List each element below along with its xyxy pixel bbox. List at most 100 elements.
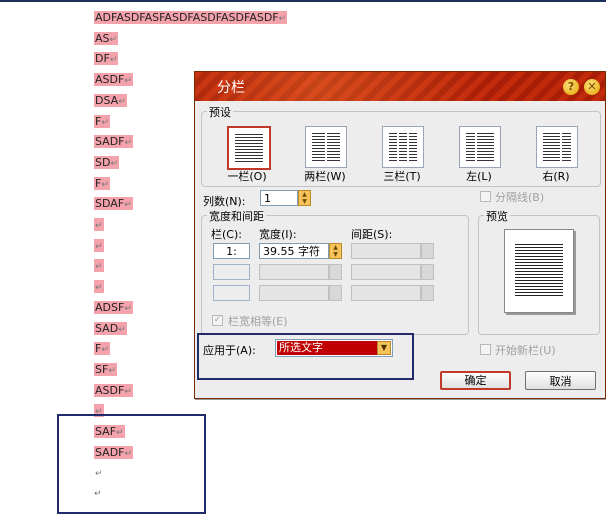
spacing-input[interactable] (351, 264, 421, 280)
paragraph-mark-icon: ↵ (278, 14, 287, 24)
width-input[interactable] (259, 285, 329, 301)
new-column-checkbox[interactable] (480, 344, 491, 355)
apply-to-label: 应用于(A): (203, 344, 256, 357)
paragraph-mark-icon: ↵ (124, 138, 133, 148)
highlighted-text: DF↵ (94, 52, 119, 65)
document-line[interactable]: DSA↵ (94, 91, 127, 110)
highlighted-text: F↵ (94, 177, 110, 190)
preset-right[interactable] (536, 126, 578, 168)
preset-three-columns[interactable] (382, 126, 424, 168)
paragraph-mark-icon: ↵ (124, 76, 132, 86)
equal-width-label: 栏宽相等(E) (228, 315, 288, 328)
dialog-title: 分栏 (217, 80, 245, 96)
spacing-spinner[interactable] (421, 243, 434, 259)
document-line[interactable]: ASDF↵ (94, 70, 133, 89)
col-count-spinner[interactable]: ▲ ▼ (298, 190, 311, 206)
document-line[interactable]: ADFASDFASFASDFASDFASDFASDF↵ (94, 8, 288, 27)
highlighted-text: ↵ (94, 218, 104, 231)
line-text: ASDF (95, 384, 125, 397)
highlighted-text: F↵ (94, 342, 110, 355)
document-top-border (0, 0, 606, 2)
column-number-cell: 1: (213, 243, 250, 259)
document-line[interactable]: AS↵ (94, 29, 119, 48)
separator-label: 分隔线(B) (495, 191, 545, 204)
close-icon[interactable]: ✕ (584, 79, 600, 95)
preset-left-label: 左(L) (466, 170, 492, 183)
col-header: 栏(C): (211, 228, 242, 241)
document-line[interactable]: F↵ (94, 339, 110, 358)
paragraph-mark-icon: ↵ (95, 242, 103, 252)
width-header: 宽度(I): (259, 228, 297, 241)
preview-label: 预览 (484, 208, 510, 224)
line-text: ASDF (95, 73, 125, 86)
preset-one-column-label: 一栏(O) (227, 170, 267, 183)
col-count-input[interactable]: 1 (260, 190, 298, 206)
document-line[interactable]: SAD↵ (94, 319, 127, 338)
preset-left[interactable] (459, 126, 501, 168)
highlighted-text: AS↵ (94, 32, 119, 45)
paragraph-mark-icon: ↵ (124, 200, 132, 210)
col-count-label: 列数(N): (203, 195, 246, 208)
width-spinner[interactable] (329, 264, 342, 280)
equal-width-checkbox[interactable]: ✓ (212, 315, 223, 326)
annotation-box-document (57, 414, 206, 514)
document-line[interactable]: F↵ (94, 174, 110, 193)
help-icon[interactable]: ? (563, 79, 579, 95)
highlighted-text: ADFASDFASFASDFASDFASDFASDF↵ (94, 11, 288, 24)
document-line[interactable]: DF↵ (94, 49, 119, 68)
document-line[interactable]: SF↵ (94, 360, 117, 379)
apply-to-select[interactable]: 所选文字 ▼ (275, 339, 393, 357)
document-line[interactable]: SDAF↵ (94, 194, 133, 213)
line-text: SAD (95, 322, 119, 335)
line-text: DF (95, 52, 110, 65)
spacing-header: 间距(S): (351, 228, 393, 241)
width-input[interactable] (259, 264, 329, 280)
line-text: DSA (95, 94, 119, 107)
highlighted-text: SAD↵ (94, 322, 127, 335)
highlighted-text: SADF↵ (94, 135, 134, 148)
spacing-spinner[interactable] (421, 285, 434, 301)
document-line[interactable]: ADSF↵ (94, 298, 133, 317)
preset-two-columns[interactable] (305, 126, 347, 168)
cancel-button[interactable]: 取消 (525, 371, 596, 390)
spacing-input[interactable] (351, 243, 421, 259)
dialog-titlebar[interactable]: 分栏 ? ✕ (195, 72, 605, 101)
document-line[interactable]: ASDF↵ (94, 381, 133, 400)
document-line[interactable]: SD↵ (94, 153, 119, 172)
ok-button[interactable]: 确定 (440, 371, 511, 390)
paragraph-mark-icon: ↵ (95, 221, 103, 231)
highlighted-text: ADSF↵ (94, 301, 133, 314)
width-spinner[interactable]: ▲ ▼ (329, 243, 342, 259)
separator-checkbox[interactable] (480, 191, 491, 202)
preset-three-columns-label: 三栏(T) (383, 170, 421, 183)
preset-right-label: 右(R) (542, 170, 570, 183)
paragraph-mark-icon: ↵ (124, 387, 132, 397)
paragraph-mark-icon: ↵ (109, 55, 118, 65)
paragraph-mark-icon: ↵ (101, 345, 109, 355)
highlighted-text: SF↵ (94, 363, 117, 376)
spacing-spinner[interactable] (421, 264, 434, 280)
preset-one-column[interactable] (227, 126, 271, 170)
line-text: SADF (95, 135, 125, 148)
line-text: SF (95, 363, 109, 376)
chevron-down-icon[interactable]: ▼ (377, 341, 391, 355)
line-text: ADFASDFASFASDFASDFASDFASDF (95, 11, 279, 24)
document-line[interactable]: F↵ (94, 112, 110, 131)
highlighted-text: DSA↵ (94, 94, 127, 107)
width-spacing-group-label: 宽度和间距 (207, 208, 266, 224)
width-input[interactable]: 39.55 字符 (259, 243, 329, 259)
spacing-input[interactable] (351, 285, 421, 301)
document-line[interactable]: ↵ (94, 277, 104, 296)
document-line[interactable]: ↵ (94, 215, 104, 234)
paragraph-mark-icon: ↵ (95, 283, 103, 293)
highlighted-text: ↵ (94, 239, 104, 252)
line-text: AS (95, 32, 110, 45)
paragraph-mark-icon: ↵ (110, 159, 118, 169)
paragraph-mark-icon: ↵ (124, 304, 132, 314)
document-line[interactable]: SADF↵ (94, 132, 134, 151)
highlighted-text: SD↵ (94, 156, 119, 169)
width-spinner[interactable] (329, 285, 342, 301)
document-line[interactable]: ↵ (94, 256, 104, 275)
paragraph-mark-icon: ↵ (101, 180, 109, 190)
document-line[interactable]: ↵ (94, 236, 104, 255)
